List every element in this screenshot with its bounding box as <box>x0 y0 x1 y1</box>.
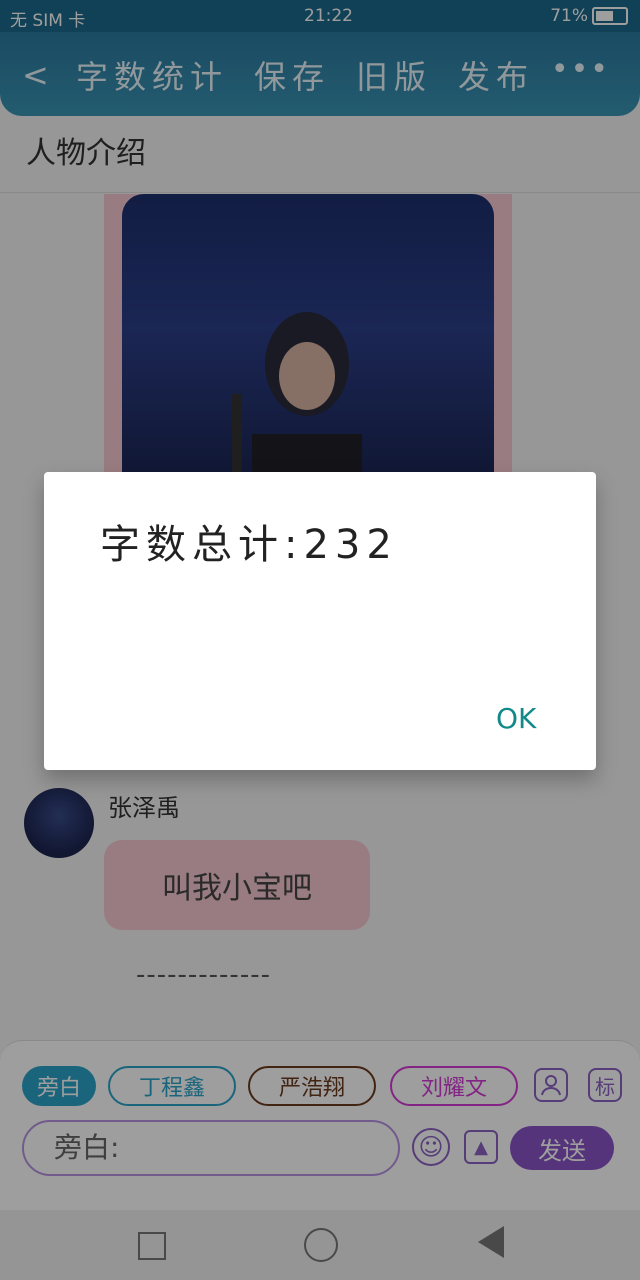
ok-button[interactable]: OK <box>496 702 536 735</box>
dialog-message: 字数总计:232 <box>100 522 398 568</box>
word-count-dialog: 字数总计:232 OK <box>44 472 596 770</box>
